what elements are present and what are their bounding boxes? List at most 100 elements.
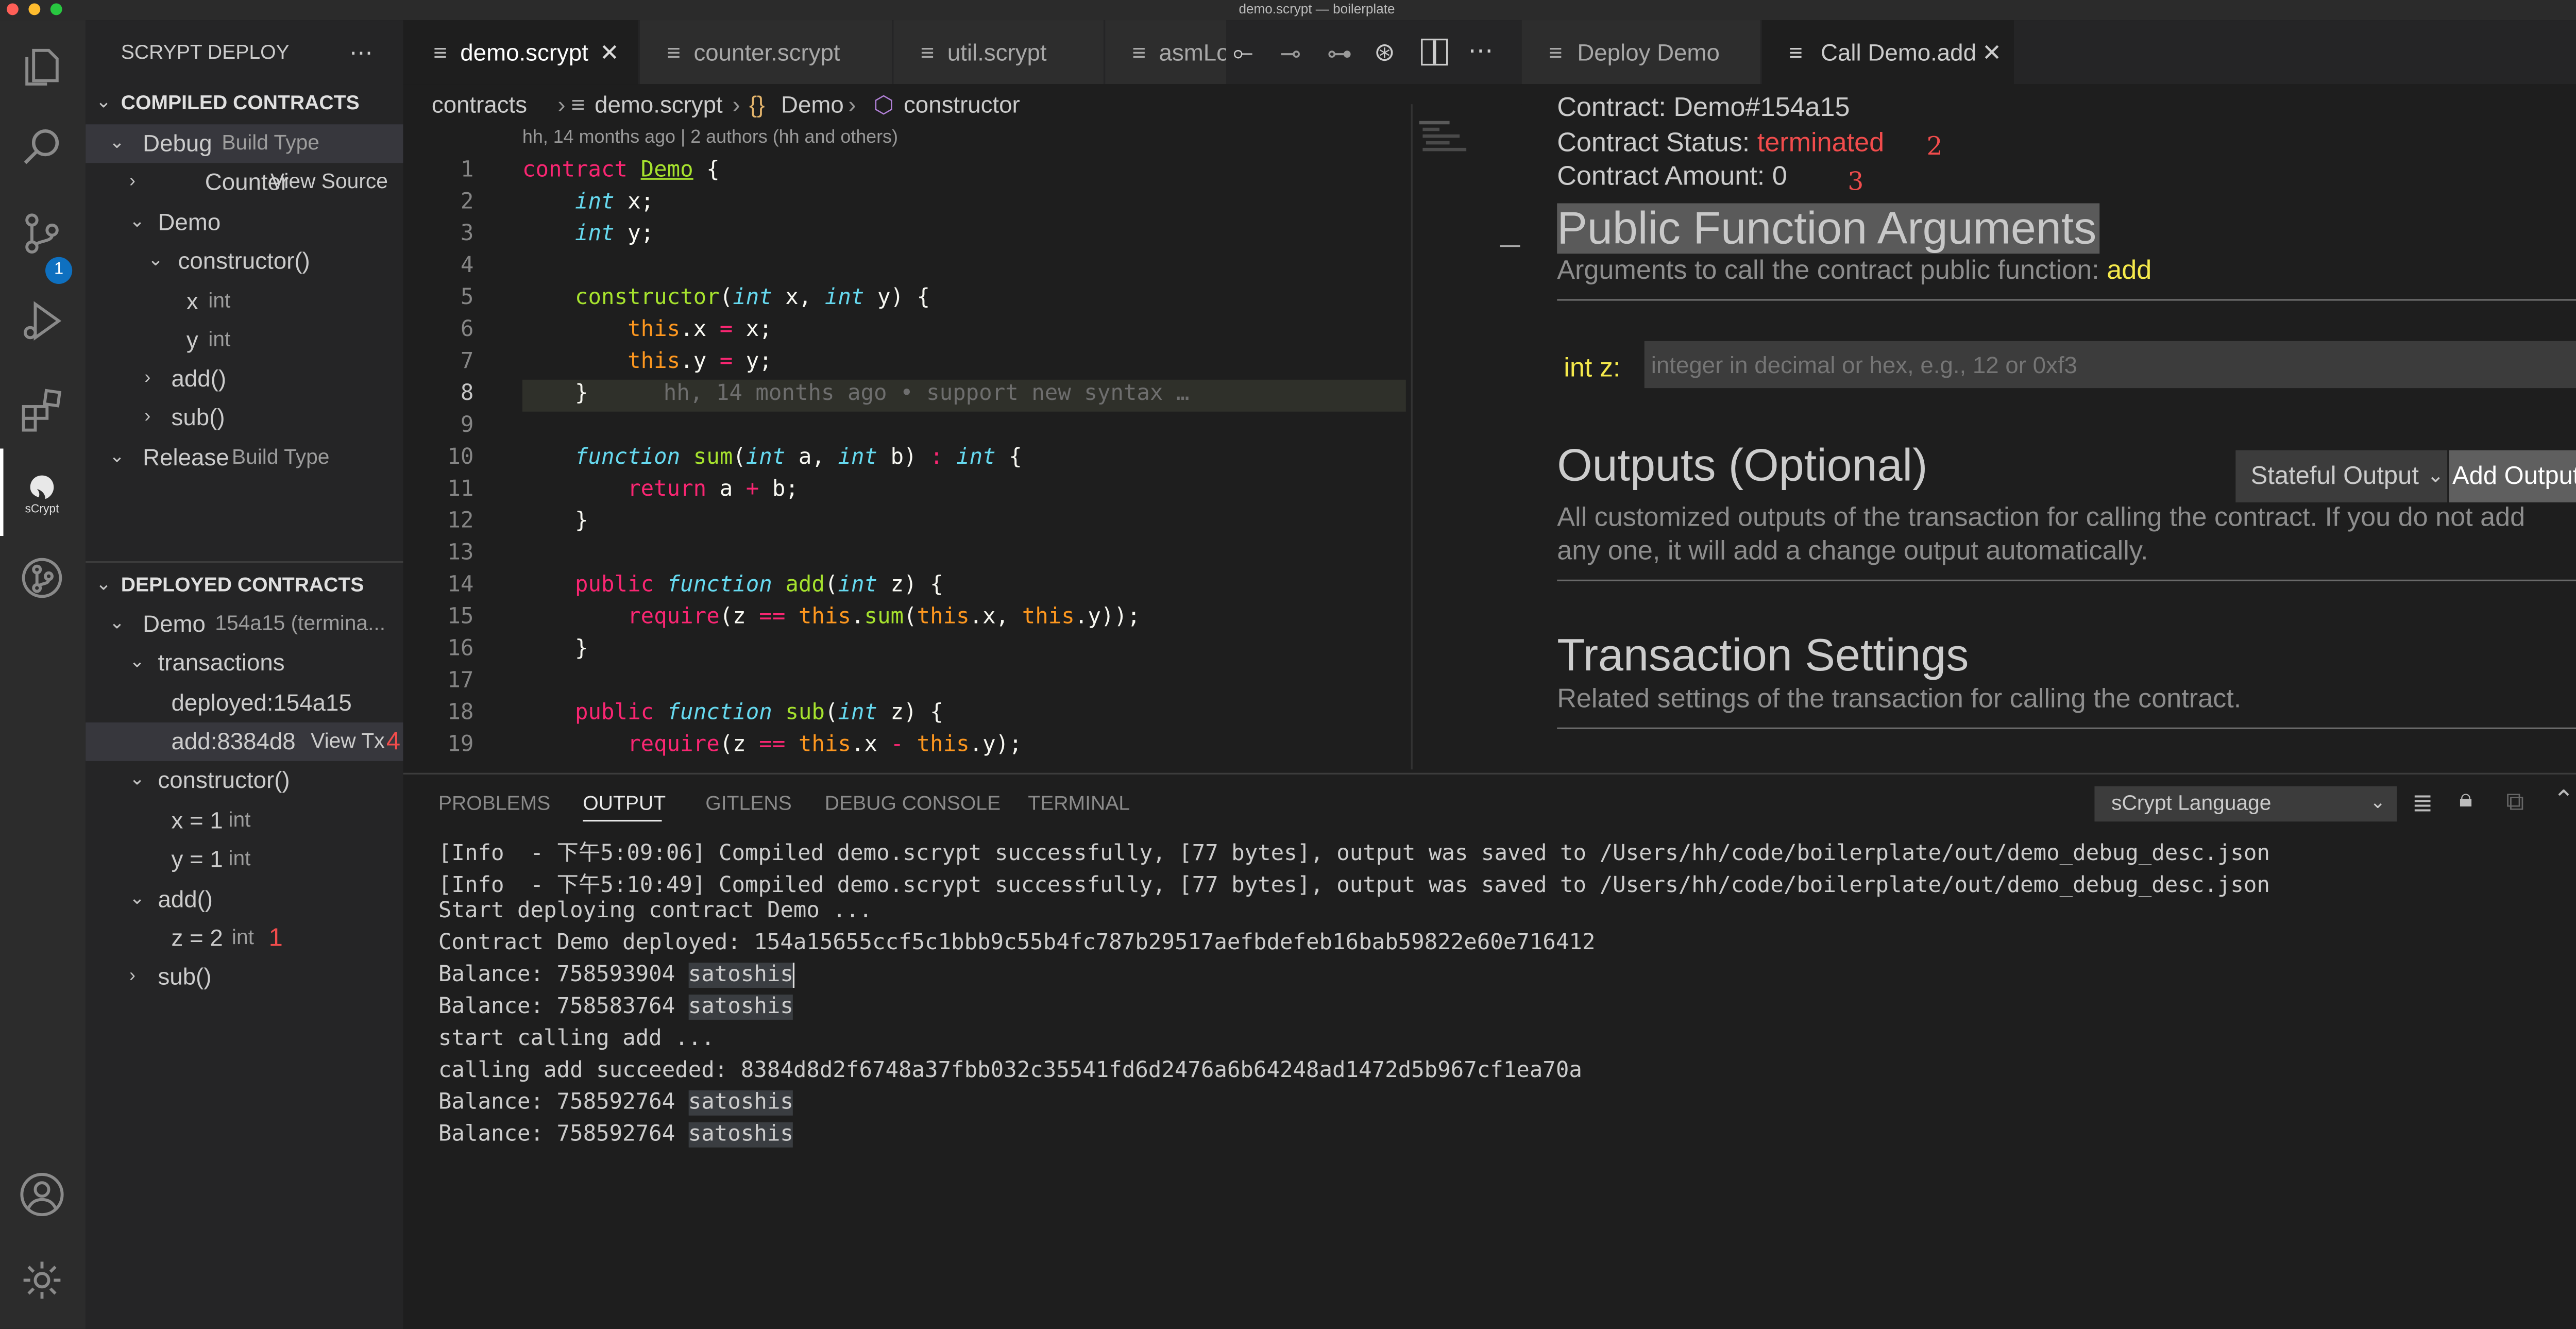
cursor bbox=[793, 963, 795, 988]
deployed-contracts-section[interactable]: ⌄ DEPLOYED CONTRACTS bbox=[86, 566, 403, 605]
tree-item-constructor[interactable]: ⌄ constructor() bbox=[86, 242, 403, 280]
settings-gear-icon[interactable] bbox=[19, 1257, 65, 1304]
section-divider bbox=[86, 561, 403, 563]
code-line: public function add(int z) { bbox=[575, 573, 943, 598]
tree-item-tx-deployed[interactable]: deployed:154a15 bbox=[86, 684, 403, 722]
args-description: Arguments to call the contract public fu… bbox=[1557, 257, 2152, 286]
tree-item-deployed-x[interactable]: x = 1 int bbox=[86, 801, 403, 840]
tree-item-sub[interactable]: › sub() bbox=[86, 398, 403, 437]
tab-debug-console[interactable]: DEBUG CONSOLE bbox=[825, 792, 1001, 815]
tab-util-scrypt[interactable]: ≡ util.scrypt bbox=[893, 20, 1104, 85]
int-z-label: int z: bbox=[1564, 354, 1621, 383]
gitlens-codelens[interactable]: hh, 14 months ago | 2 authors (hh and ot… bbox=[522, 128, 898, 148]
next-revision-icon[interactable]: ⊶ bbox=[1327, 39, 1352, 69]
chevron-down-icon: ⌄ bbox=[109, 132, 125, 153]
chevron-down-icon: ⌄ bbox=[95, 92, 111, 113]
view-source-link[interactable]: View Source bbox=[270, 163, 388, 201]
tree-item-demo[interactable]: ⌄ Demo bbox=[86, 203, 403, 242]
tree-item-deployed-constructor[interactable]: ⌄ constructor() bbox=[86, 761, 403, 800]
close-icon[interactable]: ✕ bbox=[600, 20, 619, 84]
tree-item-deployed-sub[interactable]: › sub() bbox=[86, 957, 403, 996]
inline-blame: hh, 14 months ago • support new syntax … bbox=[663, 381, 1190, 407]
contract-status: Contract Status: terminated bbox=[1557, 129, 1885, 158]
explorer-icon[interactable] bbox=[19, 40, 65, 87]
sidebar-more-button[interactable]: ⋯ bbox=[349, 33, 383, 72]
tree-item-deployed-z[interactable]: z = 2 int 1 bbox=[86, 919, 403, 957]
tab-asmlo[interactable]: ≡ asmLo bbox=[1105, 20, 1226, 85]
git-graph-icon[interactable] bbox=[19, 554, 65, 601]
source-control-icon[interactable] bbox=[19, 210, 65, 257]
output-channel-select[interactable]: sCrypt Language ⌄ bbox=[2094, 786, 2397, 822]
breadcrumb-constructor[interactable]: constructor bbox=[904, 84, 1020, 124]
line-number: 11 bbox=[447, 477, 474, 502]
run-debug-icon[interactable] bbox=[19, 297, 65, 344]
lock-scroll-icon[interactable]: 🔒︎ bbox=[2459, 785, 2472, 813]
compiled-contracts-section[interactable]: ⌄ COMPILED CONTRACTS bbox=[86, 84, 403, 123]
code-editor[interactable]: 1 2 3 4 5 6 7 8 9 10 11 12 13 14 15 16 17 18 19 contract D… bbox=[403, 151, 1411, 769]
tab-gitlens[interactable]: GITLENS bbox=[705, 792, 791, 815]
tree-item-counter[interactable]: › Counter View Source bbox=[86, 163, 403, 201]
tab-deploy-demo[interactable]: ≡ Deploy Demo bbox=[1521, 20, 1760, 85]
minimap[interactable] bbox=[1411, 104, 1524, 770]
add-output-button[interactable]: Add Output bbox=[2449, 450, 2576, 502]
line-number: 10 bbox=[447, 445, 474, 470]
call-contract-panel: Contract: Demo#154a15 Contract Status: t… bbox=[1521, 84, 2576, 770]
divider bbox=[1557, 299, 2576, 301]
tree-item-transactions[interactable]: ⌄ transactions bbox=[86, 644, 403, 682]
line-number: 18 bbox=[447, 700, 474, 726]
search-icon[interactable] bbox=[19, 124, 65, 171]
tab-problems[interactable]: PROBLEMS bbox=[438, 792, 550, 815]
tab-demo-scrypt[interactable]: ≡ demo.scrypt ✕ bbox=[403, 20, 638, 85]
file-icon: ≡ bbox=[433, 38, 447, 66]
open-changes-icon[interactable]: ⊛ bbox=[1374, 37, 1395, 67]
tab-counter-scrypt[interactable]: ≡ counter.scrypt bbox=[640, 20, 892, 85]
extensions-icon[interactable] bbox=[19, 386, 65, 433]
split-editor-icon[interactable] bbox=[1421, 38, 1448, 66]
code-line: this.y = y; bbox=[628, 349, 772, 375]
chevron-down-icon: ⌄ bbox=[129, 651, 145, 672]
tree-item-tx-add[interactable]: add:8384d8 View Tx 4 bbox=[86, 722, 403, 761]
code-line: constructor(int x, int y) { bbox=[575, 285, 930, 311]
clear-output-icon[interactable]: ≣ bbox=[2412, 788, 2433, 818]
code-line: require(z == this.x - this.y); bbox=[628, 732, 1022, 758]
scm-badge: 1 bbox=[45, 257, 73, 284]
close-icon[interactable]: ✕ bbox=[1982, 20, 2002, 84]
code-line: int y; bbox=[575, 222, 654, 247]
chevron-down-icon: ⌄ bbox=[95, 574, 111, 595]
tree-item-param-y[interactable]: y int bbox=[86, 321, 403, 360]
accounts-icon[interactable] bbox=[19, 1171, 65, 1218]
int-z-input[interactable] bbox=[1644, 341, 2576, 389]
tab-output[interactable]: OUTPUT bbox=[583, 792, 666, 815]
tab-terminal[interactable]: TERMINAL bbox=[1028, 792, 1130, 815]
contract-label: Contract: Demo#154a15 bbox=[1557, 94, 1850, 123]
maximize-panel-icon[interactable]: ⌃ bbox=[2553, 785, 2574, 815]
breadcrumb-contracts[interactable]: contracts bbox=[432, 84, 527, 124]
tree-item-deployed-demo[interactable]: ⌄ Demo 154a15 (termina... bbox=[86, 605, 403, 644]
more-actions-icon[interactable]: ⋯ bbox=[1468, 35, 1493, 65]
code-line: require(z == this.sum(this.x, this.y)); bbox=[628, 604, 1141, 630]
args-heading: Public Function Arguments bbox=[1557, 203, 2100, 254]
gitlens-compare-icon[interactable]: ⟜ bbox=[1233, 39, 1253, 67]
annotation-marker: 2 bbox=[1926, 131, 1943, 161]
tree-item-add[interactable]: › add() bbox=[86, 360, 403, 398]
view-tx-link[interactable]: View Tx bbox=[311, 722, 384, 761]
divider bbox=[1557, 579, 2576, 582]
chevron-down-icon: ⌄ bbox=[129, 769, 145, 790]
tree-item-param-x[interactable]: x int bbox=[86, 282, 403, 321]
tab-call-demo-add[interactable]: ≡ Call Demo.add ✕ bbox=[1761, 20, 2014, 85]
scrypt-deploy-icon[interactable]: sCrypt bbox=[19, 474, 65, 524]
tree-item-debug[interactable]: ⌄ Debug Build Type bbox=[86, 124, 403, 163]
open-log-icon[interactable]: ⧉ bbox=[2506, 788, 2524, 816]
output-type-select[interactable]: Stateful Output ⌄ bbox=[2235, 450, 2448, 502]
breadcrumb-file[interactable]: demo.scrypt bbox=[595, 84, 723, 124]
braces-icon: {} bbox=[749, 91, 765, 118]
chevron-down-icon: ⌄ bbox=[129, 888, 145, 909]
title-bar: demo.scrypt — boilerplate bbox=[0, 0, 2576, 21]
previous-revision-icon[interactable]: ⊸ bbox=[1280, 39, 1301, 69]
tree-item-deployed-y[interactable]: y = 1 int bbox=[86, 840, 403, 879]
tree-item-release[interactable]: ⌄ Release Build Type bbox=[86, 439, 403, 477]
line-number: 12 bbox=[447, 509, 474, 534]
breadcrumb-demo[interactable]: Demo bbox=[781, 84, 844, 124]
tree-item-deployed-add[interactable]: ⌄ add() bbox=[86, 880, 403, 919]
output-line: calling add succeeded: 8384d8d2f6748a37f… bbox=[438, 1058, 1582, 1084]
